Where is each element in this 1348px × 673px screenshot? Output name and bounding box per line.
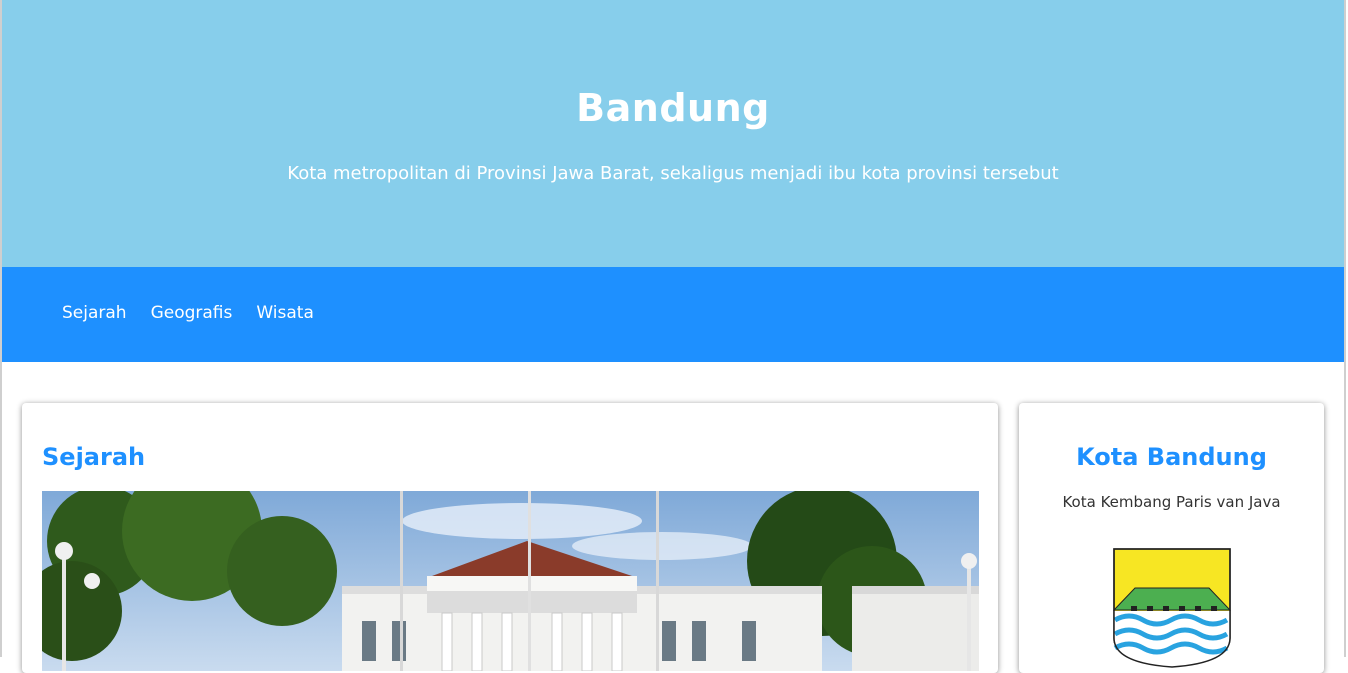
nav-item-geografis: Geografis — [151, 303, 233, 323]
gedung-sate-building-illustration — [42, 491, 979, 671]
main-navbar: Sejarah Geografis Wisata — [2, 267, 1344, 362]
page-title: Bandung — [576, 86, 770, 130]
nav-link-sejarah[interactable]: Sejarah — [62, 303, 127, 323]
kota-bandung-card: Kota Bandung Kota Kembang Paris van Java — [1019, 403, 1324, 673]
bandung-coat-of-arms-icon — [1112, 548, 1232, 668]
nav-item-wisata: Wisata — [256, 303, 314, 323]
sidebar-tagline: Kota Kembang Paris van Java — [1062, 493, 1281, 511]
sidebar-title: Kota Bandung — [1076, 443, 1267, 471]
gedung-sate-photo — [42, 491, 979, 671]
nav-link-wisata[interactable]: Wisata — [256, 303, 314, 323]
section-title: Sejarah — [42, 443, 146, 471]
nav-list: Sejarah Geografis Wisata — [62, 303, 314, 323]
sejarah-card: Sejarah — [22, 403, 998, 673]
nav-link-geografis[interactable]: Geografis — [151, 303, 233, 323]
hero-header: Bandung Kota metropolitan di Provinsi Ja… — [2, 0, 1344, 267]
page-subtitle: Kota metropolitan di Provinsi Jawa Barat… — [287, 163, 1059, 184]
nav-item-sejarah: Sejarah — [62, 303, 127, 323]
